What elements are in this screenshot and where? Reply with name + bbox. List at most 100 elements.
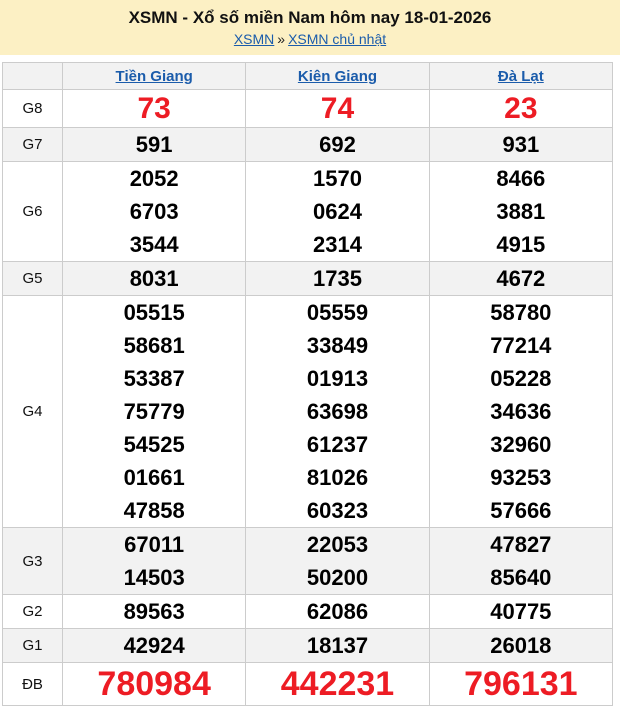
table-corner-cell bbox=[2, 62, 63, 90]
prize-numbers-cell: 74 bbox=[245, 89, 430, 128]
table-header-row: Tiền Giang Kiên Giang Đà Lạt bbox=[2, 62, 614, 90]
prize-number: 796131 bbox=[464, 665, 578, 703]
column-header-kien-giang: Kiên Giang bbox=[245, 62, 430, 90]
prize-number: 77214 bbox=[490, 333, 552, 358]
prize-numbers-cell: 42924 bbox=[61, 628, 247, 663]
prize-numbers-cell: 89563 bbox=[61, 594, 247, 629]
prize-number: 58681 bbox=[123, 333, 185, 358]
table-row-đb: ĐB 780984 442231 796131 bbox=[2, 662, 614, 706]
prize-number: 0624 bbox=[313, 199, 362, 224]
prize-label: G3 bbox=[2, 527, 63, 595]
prize-number: 4915 bbox=[496, 232, 546, 257]
prize-number: 81026 bbox=[306, 465, 369, 490]
breadcrumb: XSMN» XSMN chủ nhật bbox=[234, 31, 386, 47]
prize-number: 8031 bbox=[129, 266, 179, 291]
prize-number: 40775 bbox=[490, 599, 552, 624]
prize-number: 42924 bbox=[123, 633, 185, 658]
prize-numbers-cell: 8031 bbox=[61, 261, 247, 296]
prize-number: 931 bbox=[502, 132, 540, 157]
prize-label: G8 bbox=[2, 89, 63, 128]
page-banner: XSMN - Xổ số miền Nam hôm nay 18-01-2026… bbox=[0, 0, 620, 55]
prize-number: 2052 bbox=[129, 166, 179, 191]
prize-number: 14503 bbox=[123, 565, 185, 590]
table-row-g3: G3 67011 14503 22053 50200 47827 85640 bbox=[2, 527, 614, 595]
prize-number: 1735 bbox=[313, 266, 362, 291]
prize-numbers-cell: 796131 bbox=[428, 662, 614, 706]
prize-number: 73 bbox=[137, 92, 171, 125]
lottery-results-table: Tiền Giang Kiên Giang Đà Lạt G8 73 74 23 G7 5… bbox=[2, 62, 614, 706]
prize-numbers-cell: 4672 bbox=[428, 261, 614, 296]
prize-number: 3544 bbox=[129, 232, 179, 257]
table-row-g1: G1 42924 18137 26018 bbox=[2, 628, 614, 663]
prize-numbers-cell: 692 bbox=[245, 127, 430, 162]
breadcrumb-separator: » bbox=[277, 31, 286, 47]
prize-numbers-cell: 58780 77214 05228 34636 32960 93253 57666 bbox=[428, 295, 614, 528]
prize-number: 3881 bbox=[496, 199, 546, 224]
prize-number: 692 bbox=[319, 132, 356, 157]
table-row-g8: G8 73 74 23 bbox=[2, 89, 614, 128]
prize-numbers-cell: 18137 bbox=[245, 628, 430, 663]
prize-number: 4672 bbox=[496, 266, 546, 291]
prize-numbers-cell: 8466 3881 4915 bbox=[428, 161, 614, 262]
prize-numbers-cell: 67011 14503 bbox=[61, 527, 247, 595]
table-row-g7: G7 591 692 931 bbox=[2, 127, 614, 162]
prize-number: 74 bbox=[320, 92, 355, 125]
table-row-g5: G5 8031 1735 4672 bbox=[2, 261, 614, 296]
prize-number: 62086 bbox=[306, 599, 369, 624]
prize-numbers-cell: 1570 0624 2314 bbox=[245, 161, 430, 262]
prize-number: 47827 bbox=[490, 532, 552, 557]
prize-numbers-cell: 1735 bbox=[245, 261, 430, 296]
prize-numbers-cell: 780984 bbox=[61, 662, 247, 706]
table-row-g2: G2 89563 62086 40775 bbox=[2, 594, 614, 629]
prize-number: 93253 bbox=[490, 465, 552, 490]
kien-giang-link[interactable]: Kiên Giang bbox=[298, 68, 377, 85]
prize-numbers-cell: 26018 bbox=[428, 628, 614, 663]
prize-number: 85640 bbox=[490, 565, 552, 590]
results-body: G8 73 74 23 G7 591 692 931 G6 2052 6703 3544 1570 062… bbox=[2, 89, 614, 706]
prize-number: 89563 bbox=[123, 599, 185, 624]
table-row-g6: G6 2052 6703 3544 1570 0624 2314 8466 3881 4915 bbox=[2, 161, 614, 262]
prize-label: G1 bbox=[2, 628, 63, 663]
tien-giang-link[interactable]: Tiền Giang bbox=[116, 68, 193, 85]
table-row-g4: G4 05515 58681 53387 75779 54525 01661 47858 055… bbox=[2, 295, 614, 528]
prize-number: 60323 bbox=[306, 498, 369, 523]
prize-numbers-cell: 442231 bbox=[245, 662, 430, 706]
prize-number: 57666 bbox=[490, 498, 552, 523]
prize-number: 26018 bbox=[490, 633, 552, 658]
prize-number: 8466 bbox=[496, 166, 546, 191]
prize-numbers-cell: 931 bbox=[428, 127, 614, 162]
prize-number: 22053 bbox=[306, 532, 369, 557]
prize-numbers-cell: 591 bbox=[61, 127, 247, 162]
prize-number: 61237 bbox=[306, 432, 369, 457]
prize-number: 01913 bbox=[306, 366, 369, 391]
prize-number: 780984 bbox=[97, 665, 211, 703]
prize-number: 1570 bbox=[313, 166, 362, 191]
prize-number: 33849 bbox=[306, 333, 369, 358]
breadcrumb-link-xsmn[interactable]: XSMN bbox=[234, 31, 274, 47]
prize-number: 591 bbox=[135, 132, 173, 157]
prize-numbers-cell: 62086 bbox=[245, 594, 430, 629]
prize-number: 63698 bbox=[306, 399, 369, 424]
prize-number: 18137 bbox=[306, 633, 369, 658]
prize-numbers-cell: 40775 bbox=[428, 594, 614, 629]
prize-numbers-cell: 2052 6703 3544 bbox=[61, 161, 247, 262]
prize-number: 58780 bbox=[490, 300, 552, 325]
prize-number: 23 bbox=[504, 92, 538, 125]
prize-label: ĐB bbox=[2, 662, 63, 706]
prize-numbers-cell: 05515 58681 53387 75779 54525 01661 47858 bbox=[61, 295, 247, 528]
prize-label: G4 bbox=[2, 295, 63, 528]
column-header-tien-giang: Tiền Giang bbox=[61, 62, 247, 90]
prize-number: 75779 bbox=[123, 399, 185, 424]
prize-number: 6703 bbox=[129, 199, 179, 224]
prize-numbers-cell: 05559 33849 01913 63698 61237 81026 60323 bbox=[245, 295, 430, 528]
prize-label: G6 bbox=[2, 161, 63, 262]
prize-numbers-cell: 22053 50200 bbox=[245, 527, 430, 595]
da-lat-link[interactable]: Đà Lạt bbox=[498, 68, 544, 85]
prize-number: 50200 bbox=[306, 565, 369, 590]
prize-number: 34636 bbox=[490, 399, 552, 424]
column-header-da-lat: Đà Lạt bbox=[428, 62, 614, 90]
prize-number: 05559 bbox=[306, 300, 369, 325]
prize-number: 442231 bbox=[280, 665, 395, 703]
prize-number: 32960 bbox=[490, 432, 552, 457]
breadcrumb-link-xsmn-chu-nhat[interactable]: XSMN chủ nhật bbox=[288, 31, 386, 47]
